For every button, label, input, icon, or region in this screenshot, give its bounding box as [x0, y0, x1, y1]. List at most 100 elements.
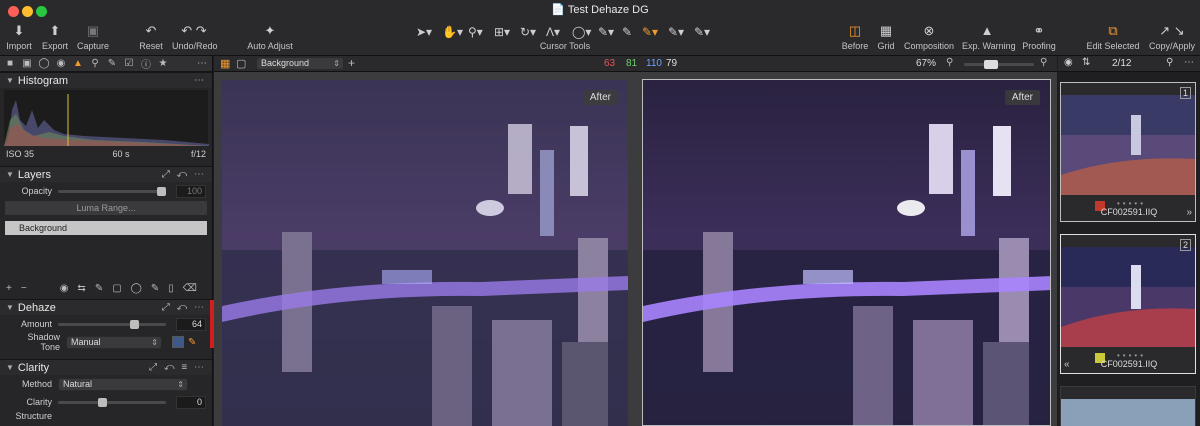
- add-layer-icon[interactable]: +: [6, 283, 12, 294]
- swap-icon[interactable]: ⇆: [77, 283, 85, 294]
- keystone-icon[interactable]: Λ▾: [546, 25, 560, 39]
- library-tab-icon[interactable]: ■: [4, 58, 16, 69]
- shadow-tone-swatch[interactable]: [172, 336, 184, 348]
- clarity-actions-icon[interactable]: ⤢ ↶ ≡ ⋯: [149, 362, 206, 373]
- import-button[interactable]: ⬇ Import: [4, 22, 34, 54]
- multi-view-icon[interactable]: ▦: [220, 57, 230, 70]
- grid-button[interactable]: ▦ Grid: [874, 22, 898, 54]
- zoom-knob[interactable]: [984, 60, 998, 69]
- color-picker-icon[interactable]: ✎▾: [642, 25, 658, 39]
- amount-slider[interactable]: [58, 319, 166, 329]
- dehaze-header[interactable]: ▼ Dehaze ⤢ ↶ ⋯: [0, 299, 212, 315]
- fill-icon[interactable]: ▯: [168, 283, 174, 294]
- warning-icon: ▲: [980, 23, 994, 38]
- lens-tab-icon[interactable]: ◯: [38, 58, 50, 69]
- shadow-tone-select[interactable]: Manual ⇕: [66, 335, 162, 349]
- background-layer-item[interactable]: Background: [5, 221, 207, 235]
- single-view-icon[interactable]: ▢: [236, 57, 246, 70]
- thumbnail-1[interactable]: 1 ••••• CF002591.IIQ »: [1060, 82, 1196, 222]
- eyedropper-icon[interactable]: ✎: [622, 25, 632, 39]
- sort-icon[interactable]: ⇅: [1082, 57, 1090, 68]
- amount-knob[interactable]: [130, 319, 139, 329]
- radial-icon[interactable]: ◯: [131, 283, 142, 294]
- auto-adjust-button[interactable]: ✦ Auto Adjust: [246, 22, 294, 54]
- thumbnail-2-filename: CF002591.IIQ: [1100, 359, 1158, 369]
- more-icon[interactable]: ⋯: [1184, 57, 1194, 68]
- histogram-actions-icon[interactable]: ⋯: [194, 75, 206, 86]
- exposure-warning-label: Exp. Warning: [962, 41, 1016, 51]
- rotate-icon[interactable]: ↻▾: [520, 25, 536, 39]
- eye-icon[interactable]: ◉: [1064, 57, 1073, 68]
- before-button[interactable]: ◫ Before: [840, 22, 870, 54]
- styles-tab-icon[interactable]: ★: [157, 58, 169, 69]
- chevron-right-icon[interactable]: »: [1186, 207, 1192, 218]
- tower-2: [570, 126, 588, 196]
- zoom-out-icon[interactable]: ⚲: [946, 57, 953, 68]
- spot-icon[interactable]: ◯▾: [572, 25, 591, 39]
- window-title: 📄 Test Dehaze DG: [0, 3, 1200, 16]
- undo-redo-button[interactable]: ↶ ↷ Undo/Redo: [172, 22, 218, 54]
- color-tab-icon[interactable]: ◉: [55, 58, 67, 69]
- erase-icon[interactable]: ⌫: [183, 283, 197, 294]
- select-cursor-icon[interactable]: ➤▾: [416, 25, 432, 39]
- eyedropper-icon[interactable]: ✎: [188, 337, 196, 348]
- crop-icon[interactable]: ⊞▾: [494, 25, 510, 39]
- layers-header[interactable]: ▼ Layers ⤢ ↶ ⋯: [0, 166, 212, 182]
- edit-selected-button[interactable]: ⧉ Edit Selected: [1086, 22, 1140, 54]
- layer-select[interactable]: Background ⇕: [256, 57, 344, 70]
- clarity-slider[interactable]: [58, 397, 166, 407]
- remove-layer-icon[interactable]: −: [21, 283, 27, 294]
- gradient-icon[interactable]: ▢: [112, 283, 121, 294]
- brush-mask-icon[interactable]: ✎: [95, 283, 103, 294]
- capture-tab-icon[interactable]: ▣: [21, 58, 33, 69]
- opacity-knob[interactable]: [157, 186, 166, 196]
- mask-icon[interactable]: ◉: [60, 283, 69, 294]
- exposure-tab-icon[interactable]: ▲: [72, 58, 84, 69]
- zoom-slider[interactable]: [964, 60, 1034, 69]
- copy-apply-icon: ↗ ↘: [1159, 23, 1185, 38]
- copy-apply-button[interactable]: ↗ ↘ Copy/Apply: [1148, 22, 1196, 54]
- thumbnail-2-image: [1061, 247, 1195, 347]
- local-tab-icon[interactable]: ✎: [106, 58, 118, 69]
- clarity-knob[interactable]: [98, 397, 107, 407]
- photo-after-pane[interactable]: After: [642, 79, 1051, 426]
- histogram-title: Histogram: [17, 74, 69, 87]
- add-layer-plus-icon[interactable]: +: [348, 56, 355, 70]
- layers-actions-icon[interactable]: ⤢ ↶ ⋯: [162, 169, 206, 180]
- viewer-toolbar: ▦ ▢ Background ⇕ + 63 81 110 79 67% ⚲ ⚲: [214, 56, 1057, 72]
- clarity-value[interactable]: 0: [176, 395, 206, 409]
- thumbnail-2[interactable]: 2 ••••• « CF002591.IIQ: [1060, 234, 1196, 374]
- capture-button[interactable]: ▣ Capture: [76, 22, 110, 54]
- building-corner: [983, 342, 1029, 425]
- exposure-warning-button[interactable]: ▲ Exp. Warning: [962, 22, 1016, 54]
- zoom-icon[interactable]: ⚲▾: [468, 25, 483, 39]
- luma-range-button[interactable]: Luma Range...: [5, 201, 207, 215]
- opacity-value[interactable]: 100: [176, 184, 206, 198]
- tower-1: [929, 124, 953, 194]
- clarity-header[interactable]: ▼ Clarity ⤢ ↶ ≡ ⋯: [0, 359, 212, 375]
- proofing-button[interactable]: ⚭ Proofing: [1020, 22, 1058, 54]
- histogram-header[interactable]: ▼ Histogram ⋯: [0, 72, 212, 88]
- metadata-tab-icon[interactable]: ☑: [123, 58, 135, 69]
- amount-value[interactable]: 64: [176, 317, 206, 331]
- more-tabs-icon[interactable]: ⋯: [196, 58, 208, 69]
- annotate-icon[interactable]: ✎▾: [694, 25, 710, 39]
- thumbnail-3[interactable]: [1060, 386, 1196, 426]
- method-select[interactable]: Natural ⇕: [58, 377, 188, 391]
- photo-before-pane[interactable]: After: [222, 80, 628, 426]
- brush-icon[interactable]: ✎▾: [668, 25, 684, 39]
- info-tab-icon[interactable]: ⓘ: [140, 56, 152, 71]
- picker-icon[interactable]: ✎▾: [598, 25, 614, 39]
- tower-1: [508, 124, 532, 194]
- pen-icon[interactable]: ✎: [151, 283, 159, 294]
- composition-button[interactable]: ⊗ Composition: [904, 22, 954, 54]
- opacity-slider[interactable]: [58, 186, 166, 196]
- details-tab-icon[interactable]: ⚲: [89, 58, 101, 69]
- search-icon[interactable]: ⚲: [1166, 57, 1173, 68]
- zoom-in-icon[interactable]: ⚲: [1040, 57, 1047, 68]
- reset-button[interactable]: ↶ Reset: [138, 22, 164, 54]
- tower-2: [993, 126, 1011, 196]
- pan-icon[interactable]: ✋▾: [442, 25, 463, 39]
- dehaze-actions-icon[interactable]: ⤢ ↶ ⋯: [162, 302, 206, 313]
- export-button[interactable]: ⬆ Export: [40, 22, 70, 54]
